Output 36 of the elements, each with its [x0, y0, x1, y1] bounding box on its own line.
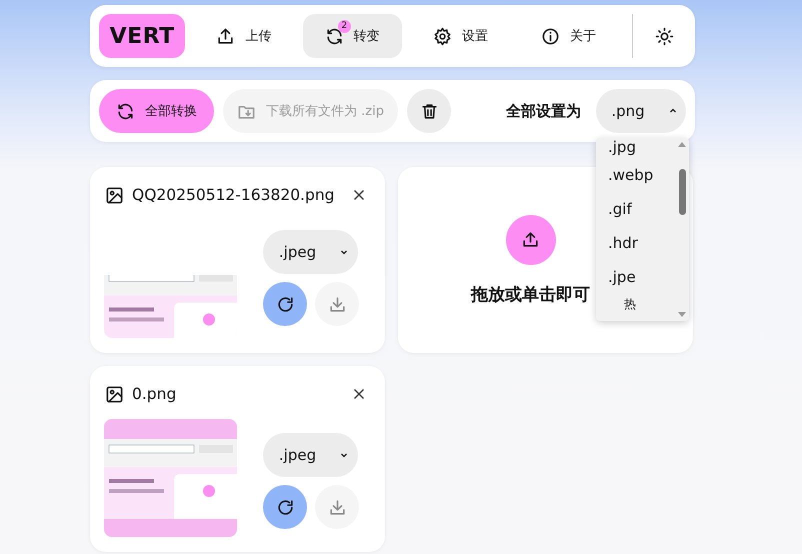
nav-tab[interactable]: 2 转变 [302, 14, 402, 58]
convert-button[interactable] [263, 485, 307, 529]
download-icon [328, 294, 346, 314]
nav-tab[interactable]: 关于 [519, 14, 618, 58]
download-icon [328, 498, 346, 516]
trash-icon [420, 102, 438, 120]
image-icon [105, 186, 124, 204]
delete-button[interactable] [407, 89, 451, 133]
refresh-icon [276, 294, 294, 314]
refresh-icon [324, 26, 344, 46]
refresh-icon [276, 498, 294, 516]
set-all-label: 全部设置为 [506, 102, 581, 120]
upload-icon [521, 230, 540, 249]
convert-all-button[interactable]: 全部转换 [99, 89, 214, 133]
file-name: 0.png [132, 385, 178, 403]
upload-icon [216, 26, 236, 46]
info-icon [541, 26, 560, 46]
format-select[interactable]: .jpeg [263, 433, 358, 477]
settings-icon [432, 26, 452, 46]
dropdown-option[interactable]: .gif [608, 192, 675, 226]
refresh-icon [116, 102, 135, 120]
dropdown-option[interactable]: .jpe [608, 260, 675, 294]
logo-button[interactable]: VERT [99, 14, 186, 58]
dropdown-option[interactable]: .jpg [608, 138, 675, 158]
drop-zone-text: 拖放或单击即可 [471, 284, 590, 306]
image-icon [105, 384, 124, 404]
file-name: QQ20250512-163820.png [132, 186, 336, 204]
count-badge: 2 [338, 20, 351, 32]
format-select[interactable]: .png [596, 89, 686, 133]
nav-tab[interactable]: 设置 [410, 14, 510, 58]
dropdown-heading: 热 [623, 296, 637, 313]
dropdown-option[interactable]: .hdr [608, 226, 675, 260]
format-select[interactable]: .jpeg [263, 230, 358, 274]
convert-button[interactable] [263, 282, 307, 326]
sun-icon [654, 26, 674, 46]
nav-tab[interactable]: 上传 [194, 14, 294, 58]
